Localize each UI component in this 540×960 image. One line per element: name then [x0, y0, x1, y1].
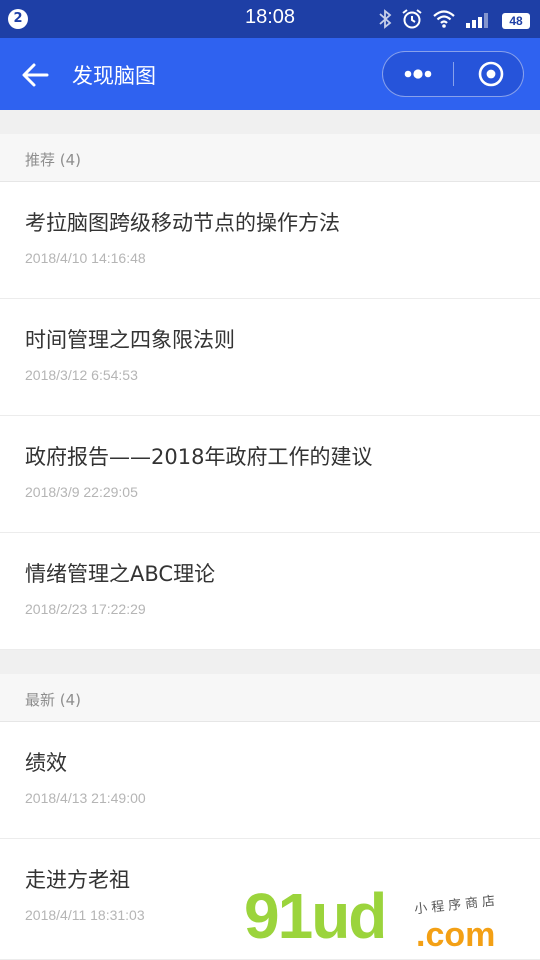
close-button[interactable] [454, 52, 524, 96]
watermark-logo: 91ud 小程序商店 .com [238, 880, 540, 960]
alarm-icon [401, 8, 423, 34]
watermark-suffix: .com [416, 916, 496, 954]
list-item[interactable]: 情绪管理之ABC理论 2018/2/23 17:22:29 [0, 533, 540, 650]
status-bar: 2 18:08 48 [0, 0, 540, 38]
list-item[interactable]: 绩效 2018/4/13 21:49:00 [0, 722, 540, 839]
list-item[interactable]: 政府报告——2018年政府工作的建议 2018/3/9 22:29:05 [0, 416, 540, 533]
status-icons: 48 [378, 8, 530, 34]
more-button[interactable] [383, 52, 453, 96]
item-title: 考拉脑图跨级移动节点的操作方法 [25, 211, 340, 235]
item-title: 情绪管理之ABC理论 [25, 562, 216, 586]
section-gap [0, 650, 540, 674]
item-date: 2018/3/12 6:54:53 [25, 367, 138, 383]
item-title: 政府报告——2018年政府工作的建议 [25, 445, 373, 469]
signal-icon [465, 9, 493, 33]
nav-bar: 发现脑图 [0, 38, 540, 110]
item-date: 2018/4/11 18:31:03 [25, 907, 145, 923]
section-gap [0, 110, 540, 134]
target-circle-icon [478, 61, 504, 87]
item-date: 2018/4/13 21:49:00 [25, 790, 146, 806]
menu-capsule [382, 51, 524, 97]
item-title: 绩效 [25, 751, 67, 775]
bluetooth-icon [378, 9, 392, 33]
item-date: 2018/3/9 22:29:05 [25, 484, 138, 500]
item-title: 走进方老祖 [25, 868, 130, 892]
watermark-main-text: 91ud [244, 880, 387, 952]
item-title: 时间管理之四象限法则 [25, 328, 235, 352]
arrow-left-icon [22, 63, 49, 87]
battery-icon: 48 [502, 13, 530, 29]
item-date: 2018/2/23 17:22:29 [25, 601, 146, 617]
section-header-recommended: 推荐 (4) [0, 134, 540, 182]
section-header-label: 最新 (4) [25, 691, 82, 709]
section-header-label: 推荐 (4) [25, 151, 82, 169]
list-item[interactable]: 考拉脑图跨级移动节点的操作方法 2018/4/10 14:16:48 [0, 182, 540, 299]
item-date: 2018/4/10 14:16:48 [25, 250, 146, 266]
list-item[interactable]: 时间管理之四象限法则 2018/3/12 6:54:53 [0, 299, 540, 416]
section-header-latest: 最新 (4) [0, 674, 540, 722]
more-dots-icon [404, 69, 432, 79]
wifi-icon [432, 9, 456, 33]
watermark-tagline: 小程序商店 [413, 893, 500, 918]
back-button[interactable] [20, 60, 52, 90]
page-title: 发现脑图 [72, 64, 156, 88]
